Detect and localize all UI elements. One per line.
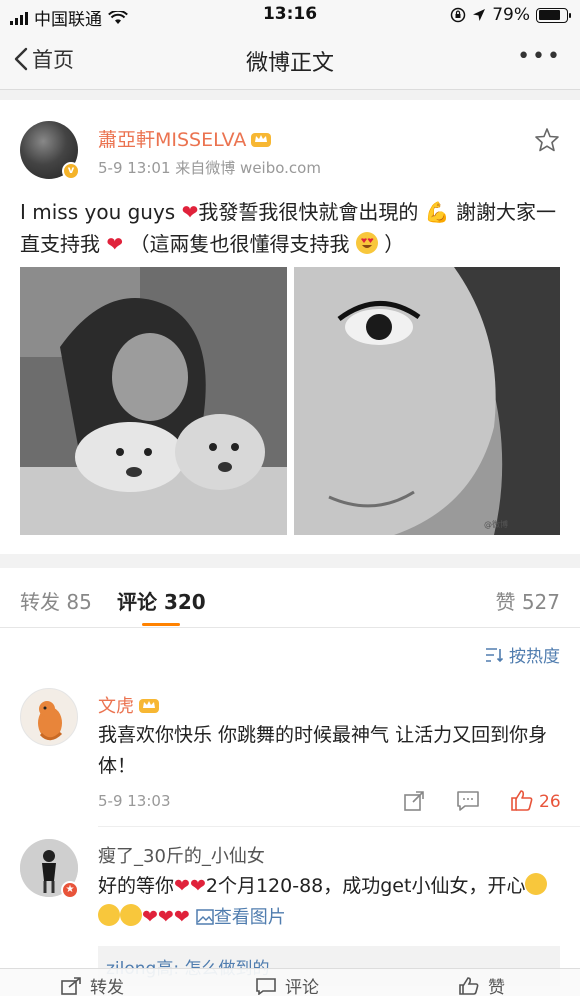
vip-badge: ★ <box>61 881 79 899</box>
active-tab-indicator <box>142 623 180 626</box>
comment-text: 我喜欢你快乐 你跳舞的时候最神气 让活力又回到你身体！ <box>98 724 548 777</box>
author-name-row[interactable]: 蕭亞軒MISSELVA <box>98 125 272 152</box>
comment-avatar[interactable] <box>20 688 78 746</box>
verified-badge: v <box>62 162 80 180</box>
comment-author-name: 文虎 <box>98 696 134 717</box>
page-title: 微博正文 <box>245 51 334 76</box>
sort-button[interactable]: 按热度 <box>485 642 560 667</box>
nav-bar: 首页 微博正文 ••• <box>0 30 580 90</box>
comment-divider <box>98 826 580 827</box>
heart-emoji-icon: ❤ <box>157 906 174 928</box>
author-name: 蕭亞軒MISSELVA <box>98 129 247 151</box>
bottom-action-bar: 转发 评论 赞 <box>0 968 580 996</box>
share-icon[interactable] <box>403 790 425 812</box>
thumbs-up-icon <box>459 976 479 995</box>
comment-icon[interactable] <box>456 790 480 812</box>
post-text-part: 我發誓我很快就會出現的 <box>198 200 425 224</box>
heart-emoji-icon: ❤ <box>106 232 124 256</box>
heart-emoji-icon: ❤ <box>181 200 199 224</box>
repost-icon <box>61 976 81 995</box>
post-source: 来自微博 weibo.com <box>175 159 321 177</box>
like-button[interactable]: 赞 <box>458 973 505 996</box>
battery-icon <box>536 7 571 23</box>
location-icon <box>473 9 486 21</box>
thumbs-up-icon[interactable] <box>510 789 534 811</box>
status-bar: 中国联通 13:16 79% <box>0 0 580 30</box>
comment-author-name[interactable]: 瘦了_30斤的_小仙女 <box>98 842 265 868</box>
view-image-link[interactable]: 查看图片 <box>196 907 286 928</box>
star-icon[interactable] <box>534 127 560 153</box>
comment-text: 好的等你❤❤2个月120-88，成功get小仙女，开心❤❤❤ 查看图片 <box>98 871 563 933</box>
status-right: 79% <box>450 5 571 25</box>
comment-like-count: 26 <box>539 792 561 812</box>
comment-text-part: 好的等你 <box>98 875 175 897</box>
comment-text-part: 2个月120-88，成功get小仙女，开心 <box>205 875 526 897</box>
heart-emoji-icon: ❤ <box>174 875 190 897</box>
more-icon: ••• <box>517 44 562 69</box>
flexed-biceps-emoji-icon: 💪 <box>424 200 450 224</box>
post-tabs: 转发 85 评论 320 赞 527 <box>0 568 580 628</box>
tab-comment[interactable]: 评论 320 <box>117 586 206 615</box>
comment-list: 按热度 文虎 我喜欢你快乐 你跳舞的时候最神气 让活力又回到你身体！ 5-9 1… <box>0 628 580 996</box>
heart-emoji-icon: ❤ <box>142 906 158 928</box>
post-card: v 蕭亞軒MISSELVA 5-9 13:01 来自微博 weibo.com I… <box>0 100 580 554</box>
post-time: 5-9 13:01 <box>98 159 171 177</box>
comment-time: 5-9 13:03 <box>98 792 171 810</box>
battery-fill <box>538 10 560 20</box>
lock-rotation-icon <box>450 7 466 23</box>
comment-author-row[interactable]: 文虎 <box>98 692 160 718</box>
post-photo-woman-with-dogs[interactable] <box>20 267 287 535</box>
post-text-part: I miss you guys <box>20 200 182 224</box>
crown-icon <box>139 699 159 713</box>
post-text-part: （這兩隻也很懂得支持我 <box>123 232 356 256</box>
repost-label: 转发 <box>90 978 124 996</box>
grinning-emoji-icon <box>120 904 142 926</box>
heart-emoji-icon: ❤ <box>173 906 190 928</box>
repost-button[interactable]: 转发 <box>60 973 124 996</box>
image-icon <box>196 909 214 925</box>
battery-percent: 79% <box>492 5 530 25</box>
tab-like[interactable]: 赞 527 <box>495 586 560 615</box>
post-meta: 5-9 13:01 来自微博 weibo.com <box>98 157 321 178</box>
sort-icon <box>486 647 503 662</box>
tab-repost[interactable]: 转发 85 <box>20 586 92 615</box>
post-text: I miss you guys ❤我發誓我很快就會出現的 💪 謝謝大家一直支持我… <box>20 196 565 260</box>
view-image-label: 查看图片 <box>213 907 286 928</box>
crown-icon <box>251 132 272 147</box>
watermark-label: @微博 <box>484 519 508 529</box>
heart-emoji-icon: ❤ <box>189 875 206 897</box>
comment-icon <box>256 977 276 995</box>
like-label: 赞 <box>488 978 505 996</box>
sort-label: 按热度 <box>509 647 560 667</box>
more-button[interactable]: ••• <box>517 44 562 69</box>
grinning-emoji-icon <box>98 904 120 926</box>
heart-eyes-emoji-icon <box>355 232 378 254</box>
post-text-part: ） <box>377 232 405 256</box>
post-photo-selfie[interactable]: @微博 <box>294 267 560 535</box>
grinning-emoji-icon <box>525 873 548 895</box>
comment-label: 评论 <box>285 978 319 996</box>
comment-button[interactable]: 评论 <box>255 973 319 996</box>
